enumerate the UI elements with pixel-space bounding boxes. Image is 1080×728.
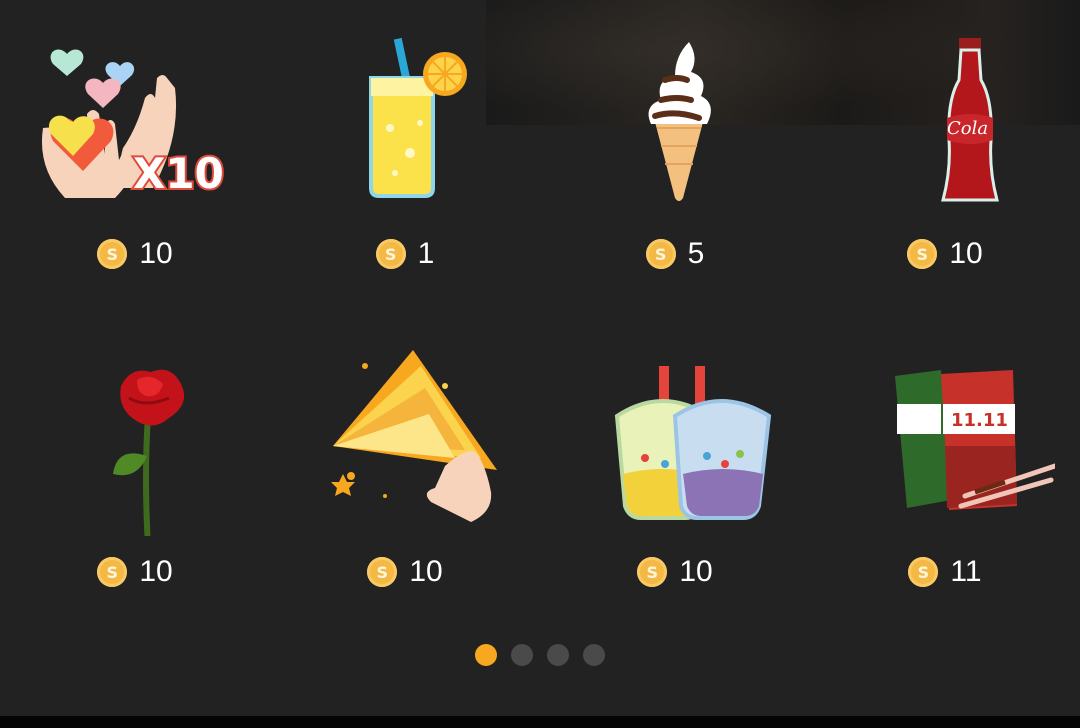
svg-text:X10: X10 bbox=[133, 149, 224, 198]
coin-icon: S bbox=[97, 239, 128, 269]
hands-hearts-icon: X10 bbox=[25, 28, 245, 218]
coin-icon: S bbox=[645, 239, 676, 269]
gift-item-cola[interactable]: Cola S 10 bbox=[810, 0, 1080, 300]
coin-icon: S bbox=[907, 239, 938, 269]
svg-text:11.11: 11.11 bbox=[951, 410, 1008, 431]
pocky-box-icon: 11.11 bbox=[835, 346, 1055, 536]
gift-price: 11 bbox=[950, 555, 982, 588]
coin-icon: S bbox=[637, 557, 668, 587]
gift-price: 5 bbox=[687, 237, 705, 270]
coin-icon: S bbox=[908, 557, 939, 587]
confetti-hand-icon bbox=[295, 346, 515, 536]
gift-item-bubble-tea[interactable]: S 10 bbox=[540, 318, 810, 618]
gift-item-orange-juice[interactable]: S 1 bbox=[270, 0, 540, 300]
ice-cream-cone-icon bbox=[565, 28, 785, 218]
page-dot-2[interactable] bbox=[511, 644, 533, 666]
page-indicator bbox=[0, 644, 1080, 666]
coin-icon: S bbox=[375, 239, 406, 269]
page-dot-4[interactable] bbox=[583, 644, 605, 666]
gift-price: 10 bbox=[409, 555, 443, 588]
price-row: S 10 bbox=[0, 554, 270, 590]
svg-text:Cola: Cola bbox=[947, 118, 988, 139]
bottom-edge bbox=[0, 716, 1080, 728]
gift-grid: X10 S 10 S 1 S 5 Cola S 10 S 10 S 10 S 1… bbox=[0, 0, 1080, 640]
gift-price: 10 bbox=[949, 237, 983, 270]
price-row: S 10 bbox=[810, 236, 1080, 272]
price-row: S 1 bbox=[270, 236, 540, 272]
coin-icon: S bbox=[367, 557, 398, 587]
gift-price: 1 bbox=[417, 237, 435, 270]
bubble-tea-icon bbox=[565, 346, 785, 536]
gift-item-confetti-hand[interactable]: S 10 bbox=[270, 318, 540, 618]
gift-price: 10 bbox=[139, 555, 173, 588]
page-dot-1[interactable] bbox=[475, 644, 497, 666]
gift-price: 10 bbox=[679, 555, 713, 588]
gift-item-pocky-1111[interactable]: 11.11 S 11 bbox=[810, 318, 1080, 618]
gift-item-hearts-x10[interactable]: X10 S 10 bbox=[0, 0, 270, 300]
gift-item-rose[interactable]: S 10 bbox=[0, 318, 270, 618]
price-row: S 10 bbox=[540, 554, 810, 590]
price-row: S 10 bbox=[0, 236, 270, 272]
page-dot-3[interactable] bbox=[547, 644, 569, 666]
price-row: S 11 bbox=[810, 554, 1080, 590]
coin-icon: S bbox=[97, 557, 128, 587]
price-row: S 5 bbox=[540, 236, 810, 272]
gift-price: 10 bbox=[139, 237, 173, 270]
rose-icon bbox=[25, 346, 245, 536]
gift-item-ice-cream[interactable]: S 5 bbox=[540, 0, 810, 300]
juice-glass-icon bbox=[295, 28, 515, 218]
cola-bottle-icon: Cola bbox=[835, 28, 1055, 218]
price-row: S 10 bbox=[270, 554, 540, 590]
gift-panel: X10 S 10 S 1 S 5 Cola S 10 S 10 S 10 S 1… bbox=[0, 0, 1080, 728]
